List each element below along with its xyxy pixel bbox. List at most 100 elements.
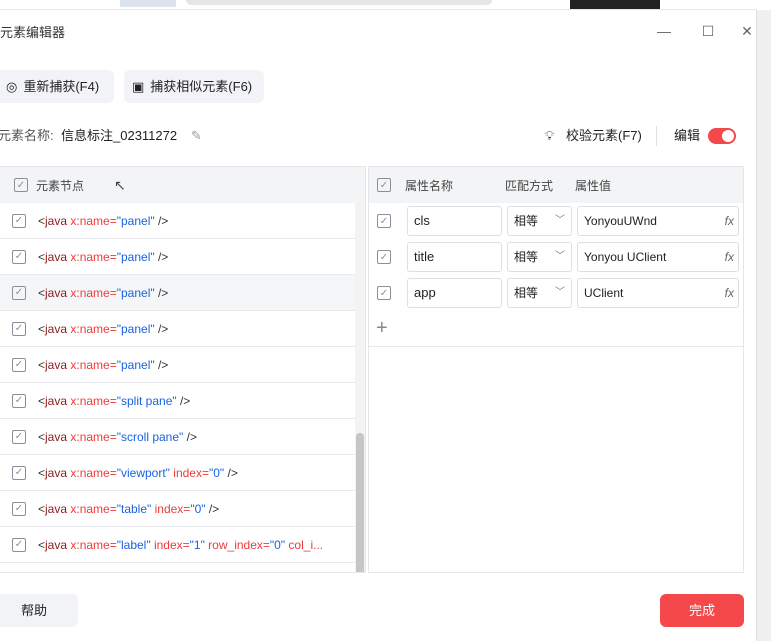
node-token: java: [45, 465, 71, 480]
node-token: />: [154, 213, 169, 228]
node-token: />: [154, 249, 169, 264]
dialog-title: 元素编辑器: [0, 25, 66, 40]
attribute-name-input[interactable]: app: [407, 278, 502, 308]
add-attribute-button[interactable]: +: [369, 311, 743, 347]
attribute-row: ✓ cls 相等 ﹀ YonyouUWnd fx: [369, 203, 743, 239]
node-token: />: [224, 465, 238, 480]
minimize-button[interactable]: —: [657, 24, 671, 38]
node-token: <: [38, 465, 46, 480]
node-checkbox[interactable]: ✓: [12, 537, 26, 552]
attribute-value: Yonyou UClient: [584, 250, 667, 264]
edit-toggle[interactable]: [708, 128, 736, 144]
match-select[interactable]: 相等 ﹀: [507, 242, 572, 272]
node-token: "0": [269, 537, 286, 552]
node-token: java: [45, 249, 71, 264]
node-checkbox[interactable]: ✓: [12, 393, 26, 408]
node-checkbox[interactable]: ✓: [12, 213, 26, 228]
attribute-checkbox[interactable]: ✓: [377, 286, 391, 300]
target-icon: ◎: [6, 79, 18, 94]
node-list: ✓ < java x:name= "panel" /> ✓ < java x:name= "p…: [0, 203, 365, 563]
node-token: java: [45, 357, 71, 372]
divider: [656, 126, 657, 146]
node-token: index=: [150, 537, 190, 552]
window-icon: ▣: [132, 79, 145, 94]
node-token: x:name=: [70, 321, 117, 336]
node-token: java: [45, 213, 71, 228]
help-button[interactable]: 帮助: [0, 594, 78, 627]
attribute-value-input[interactable]: UClient fx: [577, 278, 739, 308]
node-token: "viewport": [116, 465, 170, 480]
node-token: "label": [116, 537, 151, 552]
node-token: row_index=: [204, 537, 270, 552]
attribute-row: ✓ app 相等 ﹀ UClient fx: [369, 275, 743, 311]
node-token: "panel": [116, 321, 155, 336]
node-checkbox[interactable]: ✓: [12, 465, 26, 480]
select-all-attributes-checkbox[interactable]: ✓: [377, 178, 391, 192]
fx-icon[interactable]: fx: [725, 243, 734, 271]
done-button[interactable]: 完成: [660, 594, 744, 627]
recapture-label: 重新捕获(F4): [23, 79, 100, 94]
match-header: 匹配方式: [505, 178, 554, 193]
edit-label: 编辑: [674, 128, 701, 143]
node-token: x:name=: [70, 501, 117, 516]
node-checkbox[interactable]: ✓: [12, 249, 26, 264]
node-checkbox[interactable]: ✓: [12, 357, 26, 372]
recapture-button[interactable]: ◎ 重新捕获(F4): [0, 70, 114, 103]
attribute-name-input[interactable]: title: [407, 242, 502, 272]
scrollbar-thumb[interactable]: [356, 433, 364, 572]
element-name-label: 元素名称:: [0, 128, 54, 143]
node-token: <: [38, 501, 46, 516]
fx-icon[interactable]: fx: [725, 207, 734, 235]
match-select[interactable]: 相等 ﹀: [507, 278, 572, 308]
node-token: />: [154, 321, 169, 336]
node-token: "1": [189, 537, 205, 552]
attribute-checkbox[interactable]: ✓: [377, 214, 391, 228]
node-row[interactable]: ✓ < java x:name= "scroll pane" />: [0, 419, 365, 455]
node-row[interactable]: ✓ < java x:name= "panel" />: [0, 275, 365, 311]
attribute-value: UClient: [584, 286, 624, 300]
node-row[interactable]: ✓ < java x:name= "panel" />: [0, 203, 365, 239]
node-row[interactable]: ✓ < java x:name= "panel" />: [0, 347, 365, 383]
match-select[interactable]: 相等 ﹀: [507, 206, 572, 236]
node-token: java: [45, 393, 71, 408]
node-row[interactable]: ✓ < java x:name= "viewport" index= "0" />: [0, 455, 365, 491]
node-token: />: [176, 393, 191, 408]
scrollbar[interactable]: [355, 203, 365, 572]
attribute-value-input[interactable]: YonyouUWnd fx: [577, 206, 739, 236]
fx-icon[interactable]: fx: [725, 279, 734, 307]
node-token: "split pane": [116, 393, 177, 408]
element-editor-dialog: 元素编辑器 — ☐ ✕ ◎ 重新捕获(F4) ▣ 捕获相似元素(F6) 元素名称…: [0, 9, 757, 641]
attribute-value: YonyouUWnd: [584, 214, 657, 228]
node-token: java: [45, 321, 71, 336]
close-button[interactable]: ✕: [740, 24, 754, 38]
node-row[interactable]: ✓ < java x:name= "panel" />: [0, 239, 365, 275]
match-value: 相等: [514, 214, 539, 228]
pencil-icon[interactable]: ✎: [191, 126, 202, 146]
node-checkbox[interactable]: ✓: [12, 285, 26, 300]
node-token: java: [45, 537, 71, 552]
chevron-down-icon: ﹀: [555, 287, 565, 298]
node-token: java: [45, 501, 71, 516]
node-token: "0": [208, 465, 225, 480]
node-token: x:name=: [70, 213, 117, 228]
select-all-nodes-checkbox[interactable]: ✓: [14, 178, 28, 192]
node-checkbox[interactable]: ✓: [12, 321, 26, 336]
validate-element-button[interactable]: 校验元素(F7): [566, 126, 642, 146]
node-token: col_i...: [285, 537, 324, 552]
capture-similar-button[interactable]: ▣ 捕获相似元素(F6): [124, 70, 265, 103]
node-row[interactable]: ✓ < java x:name= "split pane" />: [0, 383, 365, 419]
node-row[interactable]: ✓ < java x:name= "panel" />: [0, 311, 365, 347]
node-token: x:name=: [70, 465, 117, 480]
node-row[interactable]: ✓ < java x:name= "table" index= "0" />: [0, 491, 365, 527]
maximize-button[interactable]: ☐: [701, 24, 715, 38]
attr-value-header: 属性值: [575, 178, 612, 193]
node-checkbox[interactable]: ✓: [12, 429, 26, 444]
node-token: x:name=: [70, 285, 117, 300]
attribute-checkbox[interactable]: ✓: [377, 250, 391, 264]
node-token: x:name=: [70, 249, 117, 264]
attribute-name-input[interactable]: cls: [407, 206, 502, 236]
attribute-value-input[interactable]: Yonyou UClient fx: [577, 242, 739, 272]
node-row[interactable]: ✓ < java x:name= "label" index= "1" row_inde…: [0, 527, 365, 563]
node-checkbox[interactable]: ✓: [12, 501, 26, 516]
match-value: 相等: [514, 250, 539, 264]
